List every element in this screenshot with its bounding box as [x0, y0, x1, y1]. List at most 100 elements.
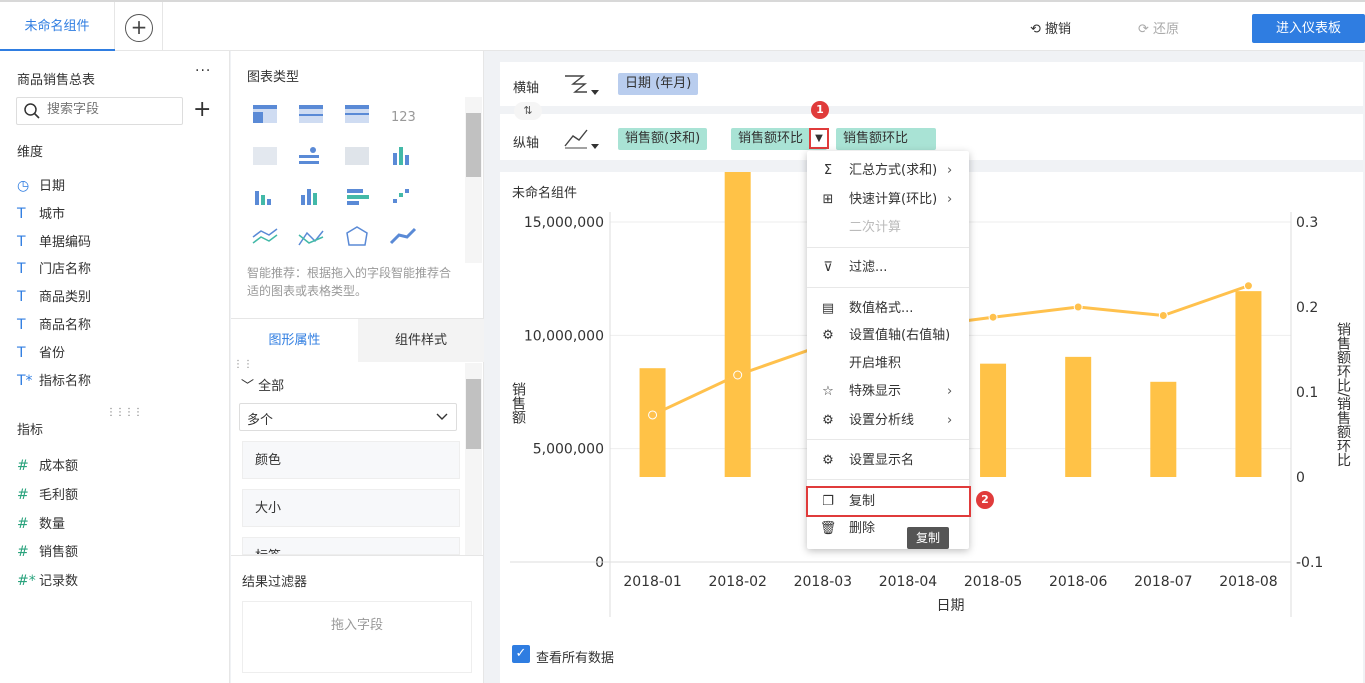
line-chart-icon — [252, 228, 278, 238]
pill-dropdown-button[interactable]: ▼ — [809, 128, 829, 149]
enter-dashboard-button[interactable]: 进入仪表板 — [1252, 14, 1365, 43]
result-filter-dropzone[interactable]: 拖入字段 — [242, 601, 472, 673]
menu-quick-calc[interactable]: ⊞ 快速计算(环比) › — [807, 186, 969, 214]
redo-button[interactable]: ⟳ 还原 — [1138, 18, 1179, 37]
x-axis-chart-type[interactable] — [563, 72, 603, 102]
dimension-field[interactable]: T 单据编码 — [17, 231, 91, 250]
dimension-field[interactable]: T* 指标名称 — [17, 370, 91, 389]
label-property[interactable]: 标签 — [242, 537, 460, 555]
gear-icon: ⚙ — [822, 453, 834, 468]
point-table-icon — [310, 147, 316, 153]
dimension-field[interactable]: T 商品名称 — [17, 314, 91, 333]
field-label: 成本额 — [39, 459, 79, 474]
tab-component[interactable]: 未命名组件 — [0, 2, 115, 51]
measure-field[interactable]: #* 记录数 — [17, 570, 78, 589]
chart-style-icon — [565, 75, 599, 95]
x-field-pill[interactable]: 日期 (年月) — [618, 73, 699, 95]
cross-table-icon — [253, 147, 277, 165]
mark-type-select[interactable]: 多个 — [239, 403, 457, 431]
dimension-field[interactable]: ◷ 日期 — [17, 175, 65, 194]
trash-icon: 🗑 — [819, 521, 837, 536]
chart-type-icons[interactable]: 123 — [247, 95, 447, 265]
undo-button[interactable]: ⟲ 撤销 — [1030, 18, 1071, 37]
y-axis-chart-type[interactable] — [563, 126, 603, 156]
line-chart-icon — [564, 129, 599, 149]
bar — [1235, 291, 1262, 477]
menu-display-name[interactable]: ⚙ 设置显示名 — [807, 447, 969, 475]
menu-filter[interactable]: ⊽ 过滤... — [807, 254, 969, 282]
dataset-title: 商品销售总表 — [17, 73, 96, 88]
redo-icon: ⟳ — [1138, 22, 1149, 37]
tab-divider — [162, 2, 163, 51]
field-panel: 商品销售总表 ··· + 维度 ◷ 日期 T 城市 T 单据编码 T 门店名称 T 商品类别 T 商品… — [0, 51, 230, 683]
x-tick-label: 2018-03 — [794, 574, 853, 590]
text-type-icon: T — [17, 205, 26, 222]
more-icon[interactable]: ··· — [195, 63, 211, 79]
tab-shape-properties[interactable]: 图形属性 — [231, 319, 358, 362]
chevron-right-icon: › — [947, 384, 953, 399]
search-input[interactable] — [47, 102, 177, 117]
add-field-icon[interactable]: + — [193, 97, 211, 122]
measure-field[interactable]: # 成本额 — [17, 455, 78, 474]
range-area-icon — [389, 227, 417, 245]
dimension-field[interactable]: T 省份 — [17, 342, 65, 361]
scroll-thumb[interactable] — [466, 379, 481, 449]
menu-summary-method[interactable]: Σ 汇总方式(求和) › — [807, 157, 969, 185]
y2-tick-label: 0.3 — [1296, 215, 1318, 231]
text-type-icon: T — [17, 289, 26, 306]
redo-label: 还原 — [1153, 22, 1180, 37]
star-icon: ☆ — [822, 384, 834, 399]
field-label: 销售额 — [39, 545, 79, 561]
menu-divider — [807, 479, 969, 480]
horizontal-bar-icon — [347, 189, 363, 193]
y2-tick-label: 0 — [1296, 470, 1305, 486]
size-property[interactable]: 大小 — [242, 489, 460, 527]
filter-icon: ⊽ — [823, 260, 833, 275]
x-tick-label: 2018-04 — [879, 574, 938, 590]
swap-axes-icon[interactable]: ⇅ — [514, 102, 542, 120]
property-scrollbar[interactable] — [465, 363, 482, 555]
top-bar: 未命名组件 + ⟲ 撤销 ⟳ 还原 进入仪表板 — [0, 0, 1365, 51]
menu-enable-stack[interactable]: 开启堆积 — [807, 350, 969, 378]
menu-number-format[interactable]: ▤ 数值格式... — [807, 295, 969, 323]
y-field-pill-sum[interactable]: 销售额(求和) — [618, 128, 708, 150]
y2-axis-title: 销售额环比/销售额环比 — [1335, 322, 1351, 467]
chart-type-scrollbar[interactable] — [465, 97, 482, 263]
field-label: 门店名称 — [39, 262, 92, 278]
scroll-thumb[interactable] — [466, 113, 481, 177]
search-box[interactable] — [16, 97, 183, 125]
y2-tick-label: 0.1 — [1296, 385, 1318, 401]
number-type-icon: # — [17, 458, 29, 474]
bar — [724, 172, 751, 477]
tab-component-style[interactable]: 组件样式 — [358, 319, 484, 362]
menu-special-display[interactable]: ☆ 特殊显示 › — [807, 378, 969, 406]
x-tick-label: 2018-01 — [623, 574, 682, 590]
y-field-pill-mom-2[interactable]: 销售额环比 — [836, 128, 936, 150]
measure-field[interactable]: # 数量 — [17, 513, 65, 532]
view-all-checkbox[interactable]: ✓ — [512, 645, 530, 663]
menu-secondary-calc: 二次计算 — [849, 220, 902, 235]
dimensions-title: 维度 — [17, 145, 44, 160]
dimension-field[interactable]: T 门店名称 — [17, 258, 91, 277]
copy-highlight-box — [806, 486, 971, 517]
add-tab-button[interactable]: + — [125, 14, 153, 42]
measure-field[interactable]: # 毛利额 — [17, 484, 78, 503]
menu-divider — [807, 287, 969, 288]
line-point — [1243, 281, 1253, 291]
field-label: 毛利额 — [39, 487, 79, 503]
measure-field[interactable]: # 销售额 — [17, 541, 78, 560]
color-property[interactable]: 颜色 — [242, 441, 460, 479]
x-tick-label: 2018-05 — [964, 574, 1023, 590]
dimension-field[interactable]: T 商品类别 — [17, 286, 91, 305]
x-tick-label: 2018-02 — [708, 574, 767, 590]
menu-analysis-line[interactable]: ⚙ 设置分析线 › — [807, 407, 969, 435]
drag-grip-icon[interactable]: ⋮⋮ — [233, 359, 253, 370]
menu-value-axis[interactable]: ⚙ 设置值轴(右值轴) — [807, 322, 969, 350]
splitter-handle[interactable]: ⋮⋮⋮⋮ — [106, 407, 143, 418]
dimension-field[interactable]: T 城市 — [17, 203, 65, 222]
all-section-toggle[interactable]: ﹀ 全部 — [241, 375, 284, 394]
y-tick-label: 15,000,000 — [524, 215, 604, 231]
x-axis-label: 横轴 — [513, 81, 540, 96]
line-point — [733, 370, 743, 380]
x-axis-title: 日期 — [937, 598, 965, 614]
